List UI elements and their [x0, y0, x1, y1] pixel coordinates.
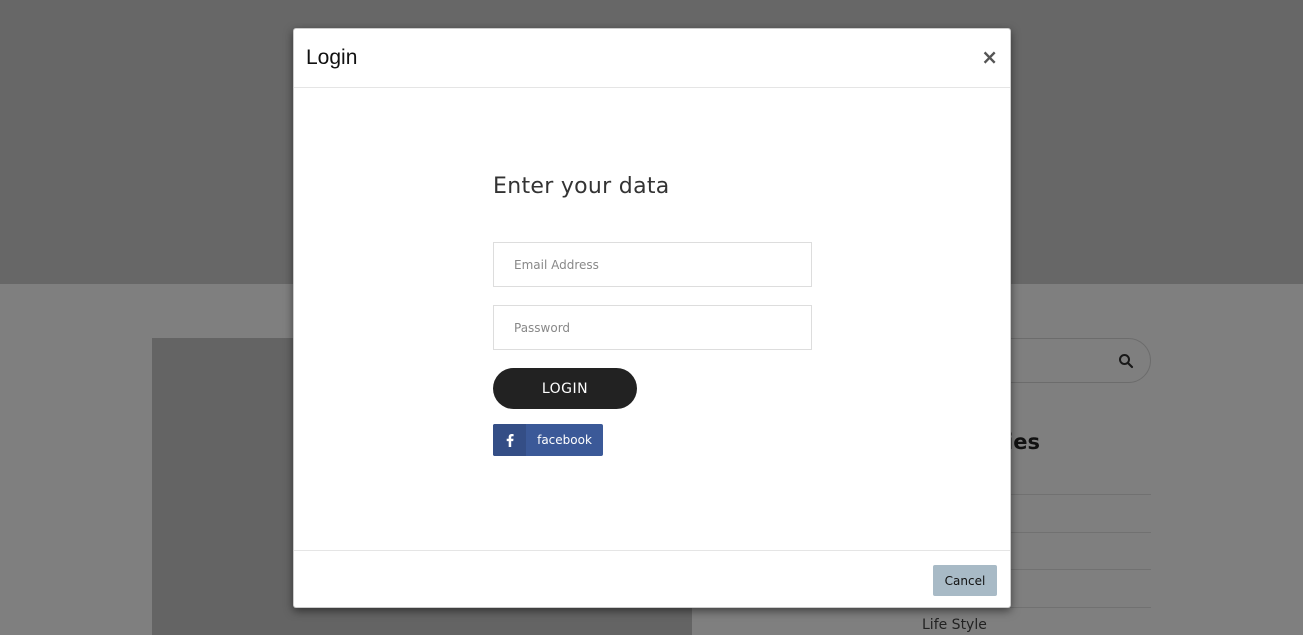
close-icon[interactable]: ×	[981, 47, 998, 67]
modal-title: Login	[306, 46, 358, 69]
email-input[interactable]	[493, 242, 812, 287]
login-modal: Login × Enter your data LOGIN facebook C…	[293, 28, 1011, 608]
modal-footer: Cancel	[294, 550, 1010, 607]
form-heading: Enter your data	[493, 174, 670, 199]
password-input[interactable]	[493, 305, 812, 350]
facebook-login-button[interactable]: facebook	[493, 424, 603, 456]
cancel-button[interactable]: Cancel	[933, 565, 997, 596]
modal-header: Login ×	[294, 29, 1010, 88]
facebook-icon	[493, 424, 526, 456]
login-button[interactable]: LOGIN	[493, 368, 637, 409]
modal-body: Enter your data LOGIN facebook	[294, 89, 1010, 550]
facebook-button-label: facebook	[537, 433, 592, 447]
